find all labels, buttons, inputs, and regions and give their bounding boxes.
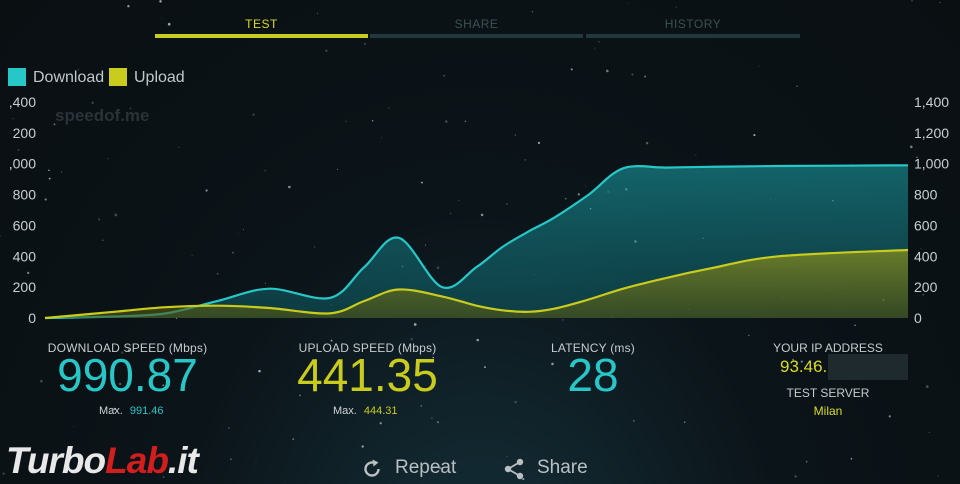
upload-speed-value: 441.35 (297, 349, 438, 401)
y-tick-left: 600 (13, 217, 37, 233)
tab-share[interactable]: SHARE (370, 0, 583, 40)
tab-test-label: TEST (245, 17, 278, 31)
test-server-label: TEST SERVER (786, 386, 870, 400)
y-tick-right: 1,000 (914, 156, 949, 172)
repeat-label: Repeat (395, 457, 457, 478)
download-speed-value: 990.87 (57, 349, 198, 401)
y-tick-left: 800 (13, 187, 37, 203)
y-tick-left: 400 (13, 248, 37, 264)
upload-max-label: Max. (333, 405, 357, 417)
y-tick-left: 200 (13, 125, 37, 141)
y-tick-right: 1,400 (914, 94, 949, 110)
legend-download-label: Download (33, 69, 105, 86)
speedofme-watermark: speedof.me (55, 106, 150, 125)
tab-share-indicator (370, 34, 583, 38)
y-tick-left: ,000 (9, 156, 36, 172)
y-tick-right: 1,200 (914, 125, 949, 141)
tab-test-indicator (155, 34, 368, 38)
repeat-button[interactable]: Repeat (360, 455, 470, 481)
y-tick-right: 400 (914, 248, 938, 264)
speed-chart: ,400 200 ,000 800 600 400 200 0 1,400 1,200 1,000… (9, 94, 949, 326)
tab-history[interactable]: HISTORY (586, 0, 800, 40)
legend-upload-label: Upload (134, 69, 185, 86)
ip-address-label: YOUR IP ADDRESS (773, 341, 883, 355)
download-speed-panel: DOWNLOAD SPEED (Mbps) 990.87 Max. 991.46 (40, 341, 215, 417)
tab-test[interactable]: TEST (155, 0, 368, 40)
tab-history-indicator (586, 34, 800, 38)
tab-share-label: SHARE (454, 17, 499, 31)
turbolab-logo: TurboLab.it (6, 440, 199, 481)
ip-panel: YOUR IP ADDRESS 93.46. TEST SERVER Milan (760, 341, 908, 418)
test-server-value: Milan (813, 404, 843, 418)
y-tick-left: 200 (13, 279, 37, 295)
y-tick-right: 0 (914, 310, 922, 326)
y-tick-right: 200 (914, 279, 938, 295)
ip-address-value: 93.46. (780, 357, 828, 376)
upload-speed-panel: UPLOAD SPEED (Mbps) 441.35 Max. 444.31 (280, 341, 455, 417)
y-tick-left: ,400 (9, 94, 36, 110)
ip-redaction-blur (828, 354, 908, 380)
share-label: Share (537, 457, 588, 478)
tab-history-label: HISTORY (664, 17, 722, 31)
y-tick-right: 600 (914, 217, 938, 233)
legend-upload-swatch (109, 68, 127, 86)
repeat-icon (364, 459, 380, 477)
share-icon (504, 458, 524, 480)
download-max: Max. 991.46 (99, 405, 164, 417)
y-tick-right: 800 (914, 187, 938, 203)
upload-max-value: 444.31 (363, 405, 398, 417)
tab-bar: TEST SHARE HISTORY (155, 0, 800, 40)
download-max-label: Max. (99, 405, 123, 417)
latency-panel: LATENCY (ms) 28 (530, 341, 656, 401)
legend-download-swatch (8, 68, 26, 86)
latency-value: 28 (567, 349, 619, 401)
upload-max: Max. 444.31 (333, 405, 398, 417)
download-max-value: 991.46 (129, 405, 164, 417)
y-tick-left: 0 (28, 310, 36, 326)
share-button[interactable]: Share (502, 455, 602, 481)
